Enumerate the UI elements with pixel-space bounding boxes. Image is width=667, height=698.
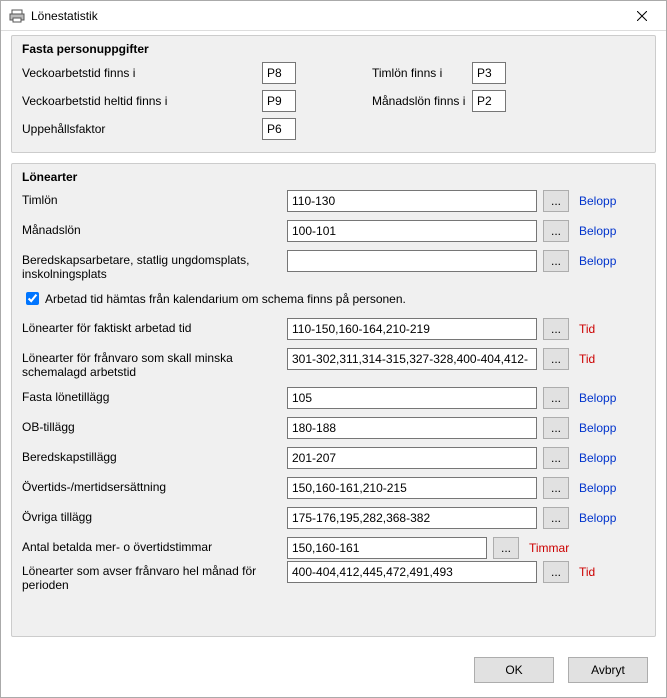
beredskap-label: Beredskapsarbetare, statlig ungdomsplats… bbox=[22, 250, 287, 281]
timlon-finns-label: Timlön finns i bbox=[322, 66, 472, 80]
fasta-tillagg-label: Fasta lönetillägg bbox=[22, 387, 287, 404]
antal-label: Antal betalda mer- o övertidstimmar bbox=[22, 537, 287, 554]
titlebar: Lönestatistik bbox=[1, 1, 666, 31]
manadslon-label: Månadslön bbox=[22, 220, 287, 237]
overtid-tag: Belopp bbox=[579, 481, 616, 495]
footer: OK Avbryt bbox=[1, 643, 666, 697]
franvaro-input[interactable] bbox=[287, 348, 537, 370]
manadslon-finns-label: Månadslön finns i bbox=[322, 94, 472, 108]
franvaro-hel-browse[interactable]: ... bbox=[543, 561, 569, 583]
timlon-browse[interactable]: ... bbox=[543, 190, 569, 212]
arbetad-tid-label: Arbetad tid hämtas från kalendarium om s… bbox=[45, 292, 406, 306]
beredskapstillagg-label: Beredskapstillägg bbox=[22, 447, 287, 464]
veckoarbetstid-heltid-label: Veckoarbetstid heltid finns i bbox=[22, 94, 262, 108]
faktiskt-browse[interactable]: ... bbox=[543, 318, 569, 340]
timlon-label: Timlön bbox=[22, 190, 287, 207]
overtid-input[interactable] bbox=[287, 477, 537, 499]
group-lonearter: Lönearter Timlön ... Belopp Månadslön ..… bbox=[11, 163, 656, 637]
manadslon-finns-input[interactable] bbox=[472, 90, 506, 112]
veckoarbetstid-input[interactable] bbox=[262, 62, 296, 84]
beredskapstillagg-tag: Belopp bbox=[579, 451, 616, 465]
franvaro-hel-label: Lönearter som avser frånvaro hel månad f… bbox=[22, 561, 287, 592]
manadslon-tag: Belopp bbox=[579, 224, 616, 238]
ob-input[interactable] bbox=[287, 417, 537, 439]
faktiskt-tag: Tid bbox=[579, 322, 595, 336]
franvaro-browse[interactable]: ... bbox=[543, 348, 569, 370]
fasta-tillagg-input[interactable] bbox=[287, 387, 537, 409]
veckoarbetstid-heltid-input[interactable] bbox=[262, 90, 296, 112]
overtid-browse[interactable]: ... bbox=[543, 477, 569, 499]
franvaro-label: Lönearter för frånvaro som skall minska … bbox=[22, 348, 287, 379]
close-button[interactable] bbox=[622, 2, 662, 30]
timlon-finns-input[interactable] bbox=[472, 62, 506, 84]
uppehallsfaktor-label: Uppehållsfaktor bbox=[22, 122, 262, 136]
franvaro-hel-tag: Tid bbox=[579, 565, 595, 579]
faktiskt-input[interactable] bbox=[287, 318, 537, 340]
content: Fasta personuppgifter Veckoarbetstid fin… bbox=[1, 31, 666, 643]
window-title: Lönestatistik bbox=[31, 9, 622, 23]
timlon-input[interactable] bbox=[287, 190, 537, 212]
ob-tag: Belopp bbox=[579, 421, 616, 435]
manadslon-browse[interactable]: ... bbox=[543, 220, 569, 242]
franvaro-tag: Tid bbox=[579, 352, 595, 366]
antal-tag: Timmar bbox=[529, 541, 569, 555]
fasta-legend: Fasta personuppgifter bbox=[22, 42, 645, 56]
lonearter-legend: Lönearter bbox=[22, 170, 645, 184]
ovriga-label: Övriga tillägg bbox=[22, 507, 287, 524]
overtid-label: Övertids-/mertidsersättning bbox=[22, 477, 287, 494]
antal-browse[interactable]: ... bbox=[493, 537, 519, 559]
ok-button[interactable]: OK bbox=[474, 657, 554, 683]
faktiskt-label: Lönearter för faktiskt arbetad tid bbox=[22, 318, 287, 335]
beredskapstillagg-browse[interactable]: ... bbox=[543, 447, 569, 469]
fasta-tillagg-browse[interactable]: ... bbox=[543, 387, 569, 409]
timlon-tag: Belopp bbox=[579, 194, 616, 208]
franvaro-hel-input[interactable] bbox=[287, 561, 537, 583]
ovriga-input[interactable] bbox=[287, 507, 537, 529]
fasta-tillagg-tag: Belopp bbox=[579, 391, 616, 405]
avbryt-button[interactable]: Avbryt bbox=[568, 657, 648, 683]
arbetad-tid-checkbox[interactable] bbox=[26, 292, 39, 305]
beredskap-tag: Belopp bbox=[579, 254, 616, 268]
beredskap-input[interactable] bbox=[287, 250, 537, 272]
ob-label: OB-tillägg bbox=[22, 417, 287, 434]
printer-icon bbox=[9, 8, 25, 24]
veckoarbetstid-label: Veckoarbetstid finns i bbox=[22, 66, 262, 80]
ovriga-tag: Belopp bbox=[579, 511, 616, 525]
window: Lönestatistik Fasta personuppgifter Veck… bbox=[0, 0, 667, 698]
ob-browse[interactable]: ... bbox=[543, 417, 569, 439]
group-fasta: Fasta personuppgifter Veckoarbetstid fin… bbox=[11, 35, 656, 153]
uppehallsfaktor-input[interactable] bbox=[262, 118, 296, 140]
manadslon-input[interactable] bbox=[287, 220, 537, 242]
ovriga-browse[interactable]: ... bbox=[543, 507, 569, 529]
antal-input[interactable] bbox=[287, 537, 487, 559]
beredskapstillagg-input[interactable] bbox=[287, 447, 537, 469]
beredskap-browse[interactable]: ... bbox=[543, 250, 569, 272]
